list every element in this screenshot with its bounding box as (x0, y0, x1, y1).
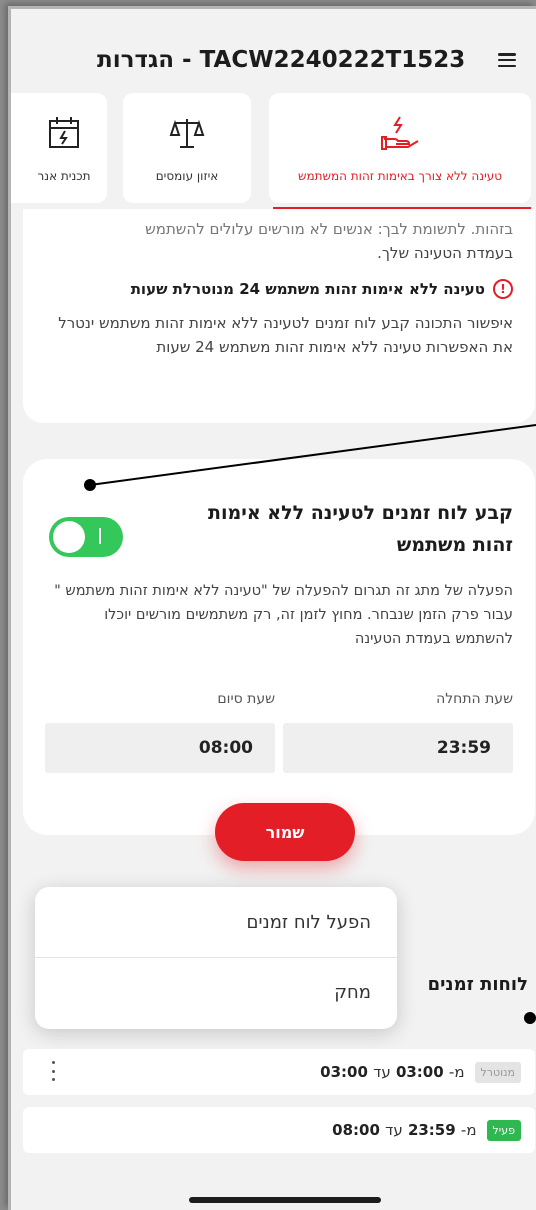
info-text-2: בעמדת הטעינה שלך. (377, 244, 513, 262)
tab-charging-without-auth[interactable]: טעינה ללא צורך באימות זהות המשתמש (269, 93, 531, 203)
warning-title: טעינה ללא אימות זהות משתמש 24 מנוטרלת שע… (130, 280, 485, 298)
status-badge: פעיל (486, 1119, 521, 1141)
tab-label: איזון עומסים (155, 169, 219, 183)
schedules-title: לוחות זמנים (427, 974, 528, 995)
calendar-charge-icon (46, 113, 82, 153)
alert-icon: ! (493, 279, 513, 299)
schedule-row[interactable]: פעיל מ- 23:59 עד 08:00 (23, 1107, 535, 1153)
end-time-field[interactable]: 08:00 (45, 723, 275, 773)
start-time-field[interactable]: 23:59 (283, 723, 513, 773)
info-card: בזהות. לתשומת לבך: אנשים לא מורשים עלולי… (23, 209, 535, 423)
tab-label: טעינה ללא צורך באימות זהות המשתמש (297, 169, 503, 183)
time-fields: 23:59 08:00 (45, 723, 513, 773)
menu-item-activate-schedule[interactable]: הפעל לוח זמנים (35, 887, 397, 957)
schedule-toggle[interactable] (49, 517, 123, 557)
schedule-context-menu: הפעל לוח זמנים מחק (35, 887, 397, 1029)
end-time-label: שעת סיום (217, 691, 275, 707)
toggle-knob (53, 521, 85, 553)
info-text: בזהות. לתשומת לבך: אנשים לא מורשים עלולי… (145, 220, 513, 238)
save-button[interactable]: שמור (215, 803, 355, 861)
start-time-label: שעת התחלה (436, 691, 513, 707)
schedule-row[interactable]: מנוטרל מ- 03:00 עד 03:00 (23, 1049, 535, 1095)
more-options-icon[interactable] (51, 1061, 55, 1081)
home-indicator (189, 1197, 381, 1203)
tab-label: תכנית אנר (37, 169, 91, 183)
schedule-title: קבע לוח זמנים לטעינה ללא אימות זהות משתמ… (208, 502, 513, 556)
schedule-range: מ- 23:59 עד 08:00 (332, 1121, 477, 1139)
tab-bar: טעינה ללא צורך באימות זהות המשתמש איזון … (11, 93, 536, 210)
schedule-card: קבע לוח זמנים לטעינה ללא אימות זהות משתמ… (23, 459, 535, 861)
phone-screen: TACW2240222T1523 - הגדרות טעינה ללא צורך… (8, 6, 536, 1210)
header: TACW2240222T1523 - הגדרות (11, 9, 536, 101)
schedule-description: הפעלה של מתג זה תגרום להפעלה של "טעינה ל… (54, 583, 513, 647)
balance-scale-icon (167, 113, 207, 153)
menu-icon[interactable] (498, 53, 516, 67)
toggle-on-mark (99, 528, 101, 544)
page-title: TACW2240222T1523 - הגדרות (97, 47, 466, 73)
time-labels: שעת התחלה שעת סיום (45, 691, 513, 707)
warning-row: ! טעינה ללא אימות זהות משתמש 24 מנוטרלת … (45, 277, 513, 301)
warning-description: איפשור התכונה קבע לוח זמנים לטעינה ללא א… (58, 314, 513, 356)
hand-charging-icon (378, 113, 422, 153)
schedule-range: מ- 03:00 עד 03:00 (320, 1063, 465, 1081)
tab-load-balancing[interactable]: איזון עומסים (123, 93, 251, 203)
menu-item-delete[interactable]: מחק (35, 957, 397, 1027)
tab-energy-plan[interactable]: תכנית אנר (11, 93, 107, 203)
status-badge: מנוטרל (474, 1061, 521, 1083)
